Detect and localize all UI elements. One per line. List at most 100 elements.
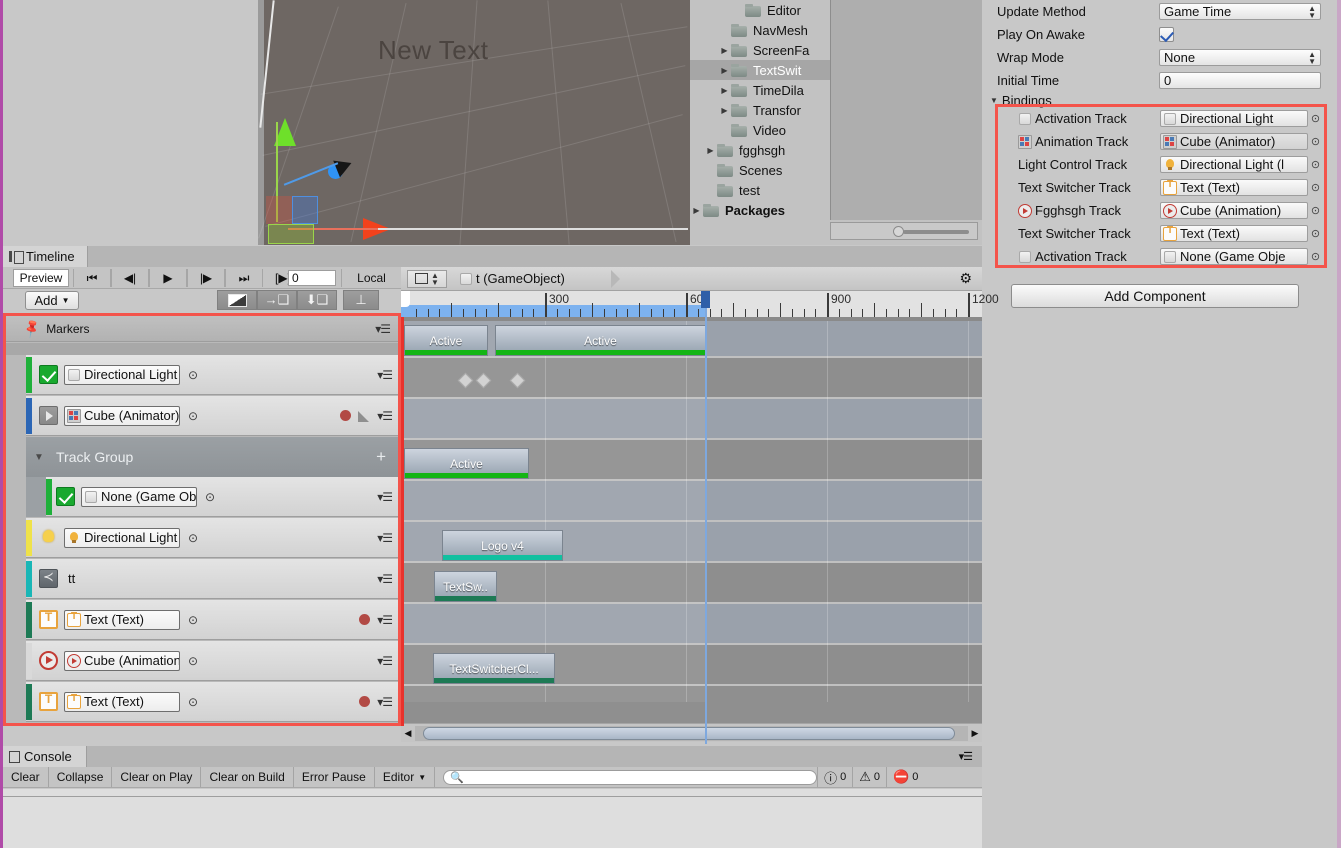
object-picker-icon[interactable]: ⊙ xyxy=(1308,250,1323,263)
project-zoom-knob[interactable] xyxy=(893,226,904,237)
chevron-right-icon[interactable]: ▶ xyxy=(704,146,717,155)
object-picker-icon[interactable]: ⊙ xyxy=(188,368,198,382)
console-search-input[interactable]: 🔍 xyxy=(443,769,818,785)
track-object-field[interactable]: Directional Light xyxy=(64,364,180,385)
playhead-handle[interactable] xyxy=(700,291,710,308)
skip-to-end-button[interactable]: ⏭ xyxy=(225,269,263,287)
scroll-right-icon[interactable]: ▶ xyxy=(968,728,982,739)
console-button-clear-on-build[interactable]: Clear on Build xyxy=(201,767,294,787)
light-icon[interactable] xyxy=(39,528,58,547)
track-row[interactable]: Text (Text) ⊙ ▾☰ xyxy=(26,682,398,722)
binding-object-field[interactable]: Text (Text) xyxy=(1160,225,1308,242)
timeline-window[interactable]: Timeline Preview ⏮ ◀| ▶ |▶ ⏭ [▶] 0 Local xyxy=(3,246,999,746)
console-button-editor[interactable]: Editor ▼ xyxy=(375,767,436,787)
project-zoom-slider[interactable] xyxy=(830,222,978,240)
binding-object-field[interactable]: Cube (Animation) xyxy=(1160,202,1308,219)
binding-object-field[interactable]: Directional Light xyxy=(1160,110,1308,127)
track-row[interactable]: Directional Light (L ⊙ ▾☰ xyxy=(26,518,398,558)
play-icon[interactable] xyxy=(39,651,58,670)
breadcrumb[interactable]: t (GameObject) xyxy=(459,271,565,286)
chevron-right-icon[interactable]: ▶ xyxy=(718,66,731,75)
tab-console[interactable]: Console xyxy=(3,746,87,767)
object-picker-icon[interactable]: ⊙ xyxy=(1308,181,1323,194)
track-object-field[interactable]: Cube (Animation) xyxy=(64,650,180,671)
track-row[interactable]: None (Game Ob ⊙ ▾☰ xyxy=(46,477,398,517)
record-icon[interactable] xyxy=(359,614,371,625)
track-object-field[interactable]: Directional Light (L xyxy=(64,527,180,548)
object-picker-icon[interactable]: ⊙ xyxy=(188,654,198,668)
project-tree-item[interactable]: ▶ TextSwit xyxy=(690,60,830,80)
scrollbar-thumb[interactable] xyxy=(423,726,955,740)
track-object-field[interactable]: Cube (Animator) xyxy=(64,405,180,426)
track-row[interactable]: Text (Text) ⊙ ▾☰ xyxy=(26,600,398,640)
timeline-horizontal-scrollbar[interactable]: ◀ ▶ xyxy=(401,723,982,742)
markers-row[interactable]: 📌 Markers ▾☰ xyxy=(6,316,398,342)
gear-icon[interactable]: ⚙ xyxy=(959,270,972,287)
bindings-list[interactable]: Activation Track Directional Light ⊙ Animat… xyxy=(998,107,1324,268)
timeline-clip[interactable]: TextSwitcherCl... xyxy=(433,653,555,684)
console-button-clear[interactable]: Clear xyxy=(3,767,49,787)
object-picker-icon[interactable]: ⊙ xyxy=(188,409,198,423)
binding-object-field[interactable]: Text (Text) xyxy=(1160,179,1308,196)
clip-area[interactable]: ▲▼ t (GameObject) ⚙ 3006009001200 Active… xyxy=(401,267,999,744)
animation-track-icon[interactable] xyxy=(39,406,58,425)
record-icon[interactable] xyxy=(359,696,371,707)
chevron-right-icon[interactable]: ▶ xyxy=(718,46,731,55)
object-picker-icon[interactable]: ⊙ xyxy=(188,531,198,545)
next-frame-button[interactable]: |▶ xyxy=(187,269,225,287)
scroll-left-icon[interactable]: ◀ xyxy=(401,728,415,739)
console-toolbar[interactable]: Clear Collapse Clear on Play Clear on Build… xyxy=(3,767,982,788)
curves-icon[interactable] xyxy=(358,410,370,422)
add-track-to-group-icon[interactable]: + xyxy=(376,448,386,465)
tab-timeline[interactable]: Timeline xyxy=(3,246,88,267)
project-tree[interactable]: Editor NavMesh ▶ ScreenFa ▶ TextSwit ▶ TimeDila… xyxy=(690,0,830,220)
track-menu-icon[interactable]: ▾☰ xyxy=(377,572,393,586)
time-field[interactable]: 0 xyxy=(288,270,336,286)
binding-object-field[interactable]: None (Game Obje xyxy=(1160,248,1308,265)
track-object-field[interactable]: None (Game Ob xyxy=(81,486,197,507)
track-object-field[interactable]: Text (Text) xyxy=(64,691,180,712)
console-info-count[interactable]: ⓘ 0 xyxy=(817,767,852,787)
track-row[interactable]: Cube (Animation) ⊙ ▾☰ xyxy=(26,641,398,681)
object-picker-icon[interactable]: ⊙ xyxy=(1308,204,1323,217)
ripple-mode-button[interactable]: →❑ xyxy=(257,290,297,310)
timeline-start-marker[interactable] xyxy=(401,291,410,307)
console-button-clear-on-play[interactable]: Clear on Play xyxy=(112,767,202,787)
track-mute-checkbox[interactable] xyxy=(56,487,75,506)
track-menu-icon[interactable]: ▾☰ xyxy=(377,490,393,504)
skip-to-start-button[interactable]: ⏮ xyxy=(73,269,111,287)
project-tree-item[interactable]: ▶ ScreenFa xyxy=(690,40,830,60)
project-tree-item[interactable]: ▶ Packages xyxy=(690,200,830,220)
timeline-clip[interactable]: TextSw.. xyxy=(434,571,497,602)
chevron-down-icon[interactable]: ▼ xyxy=(34,452,44,463)
object-picker-icon[interactable]: ⊙ xyxy=(1308,112,1323,125)
timeline-clip[interactable]: Logo v4 xyxy=(442,530,563,561)
track-menu-icon[interactable]: ▾☰ xyxy=(377,695,393,709)
inspector-text-field[interactable]: 0 xyxy=(1159,72,1321,89)
track-group-row[interactable]: ▼ Track Group + xyxy=(26,437,398,477)
track-row[interactable]: Cube (Animator) ⊙ ▾☰ xyxy=(26,396,398,436)
console-window[interactable]: Console ▾☰ Clear Collapse Clear on Play Cle… xyxy=(3,746,982,802)
timeline-breadcrumb-bar[interactable]: ▲ ▼ t (GameObject) ⚙ xyxy=(401,267,982,291)
binding-object-field[interactable]: Cube (Animator) xyxy=(1160,133,1308,150)
text-icon[interactable] xyxy=(39,692,58,711)
track-header-column[interactable]: 📌 Markers ▾☰ Directional Light ⊙ ▾☰ Cube (A… xyxy=(3,313,401,726)
object-picker-icon[interactable]: ⊙ xyxy=(1308,227,1323,240)
project-tree-item[interactable]: ▶ Transfor xyxy=(690,100,830,120)
track-menu-icon[interactable]: ▾☰ xyxy=(377,531,393,545)
inspector-dropdown[interactable]: Game Time ▲ ▼ xyxy=(1159,3,1321,20)
play-on-awake-checkbox[interactable] xyxy=(1159,27,1174,42)
timeline-ruler[interactable]: 3006009001200 xyxy=(401,291,999,317)
add-track-button[interactable]: Add ▼ xyxy=(25,291,79,310)
console-button-collapse[interactable]: Collapse xyxy=(49,767,113,787)
mix-mode-button[interactable] xyxy=(217,290,257,310)
inspector-dropdown[interactable]: None ▲ ▼ xyxy=(1159,49,1321,66)
chevron-right-icon[interactable]: ▶ xyxy=(690,206,703,215)
project-tree-item[interactable]: NavMesh xyxy=(690,20,830,40)
binding-object-field[interactable]: Directional Light (l xyxy=(1160,156,1308,173)
timeline-clip[interactable]: Active xyxy=(495,325,706,356)
track-row[interactable]: Directional Light ⊙ ▾☰ xyxy=(26,355,398,395)
object-picker-icon[interactable]: ⊙ xyxy=(188,695,198,709)
previous-frame-button[interactable]: ◀| xyxy=(111,269,149,287)
project-tree-item[interactable]: test xyxy=(690,180,830,200)
